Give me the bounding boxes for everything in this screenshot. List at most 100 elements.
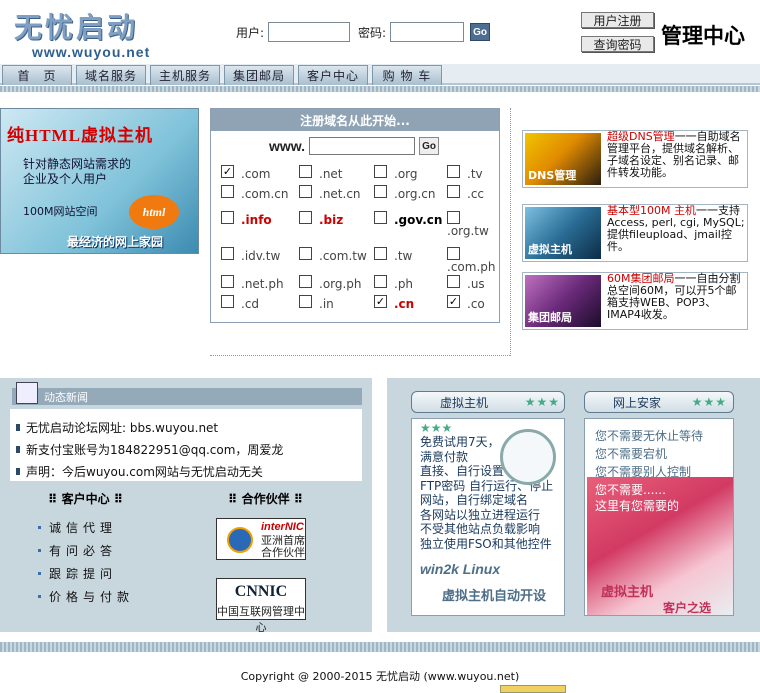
login-form: 用户: 密码: Go — [236, 21, 491, 43]
tld-option[interactable]: .net.ph — [221, 275, 284, 291]
nav-client[interactable]: 客户中心 — [298, 65, 368, 85]
service-mail[interactable]: 集团邮局 60M集团邮局一一自由分割总空间60M，可以开5个邮箱支持WEB、PO… — [522, 272, 748, 330]
username-input[interactable] — [268, 22, 351, 42]
password-input[interactable] — [390, 22, 465, 42]
tld-checkbox[interactable] — [374, 165, 387, 178]
nav-cart[interactable]: 购 物 车 — [372, 65, 442, 85]
tld-checkbox[interactable] — [447, 165, 460, 178]
tld-checkbox[interactable] — [374, 275, 387, 288]
main-nav: 首 页 域名服务 主机服务 集团邮局 客户中心 购 物 车 — [0, 64, 760, 85]
security-box[interactable]: 您不需要无休止等待 您不需要宕机 您不需要别人控制 您不需要...... 这里有… — [584, 418, 734, 616]
tld-label: .org.ph — [319, 277, 362, 291]
tld-checkbox[interactable] — [447, 247, 460, 260]
globe-icon — [227, 527, 253, 553]
tld-option[interactable]: .org.tw — [447, 211, 489, 238]
tld-option[interactable]: .net — [299, 165, 343, 181]
register-button[interactable]: 用户注册 — [581, 12, 654, 28]
tld-checkbox[interactable] — [299, 275, 312, 288]
tld-label: .ph — [394, 277, 414, 291]
tld-label: .com.tw — [319, 249, 367, 263]
login-go-button[interactable]: Go — [470, 23, 491, 41]
service-vhost[interactable]: 虚拟主机 基本型100M 主机一一支持Access, perl, cgi, My… — [522, 204, 748, 262]
tld-option[interactable]: .us — [447, 275, 485, 291]
tld-checkbox[interactable] — [374, 211, 387, 224]
tld-option[interactable]: .org — [374, 165, 418, 181]
tld-checkbox[interactable] — [447, 211, 460, 224]
news-item[interactable]: 新支付宝账号为184822951@qq.com，周爱龙 — [16, 441, 283, 458]
tld-option[interactable]: .tv — [447, 165, 483, 181]
tld-checkbox[interactable] — [221, 211, 234, 224]
tld-option[interactable]: .com.cn — [221, 185, 288, 201]
nav-home[interactable]: 首 页 — [2, 65, 72, 85]
site-logo[interactable]: 无忧启动 www.wuyou.net — [8, 6, 158, 62]
domain-go-button[interactable]: Go — [419, 137, 440, 155]
client-link[interactable]: 价格与付款 — [38, 588, 134, 605]
tld-option[interactable]: .idv.tw — [221, 247, 280, 263]
nav-domain[interactable]: 域名服务 — [76, 65, 146, 85]
client-center-title: ⠿ 客户中心 ⠿ — [48, 492, 124, 506]
footer-badge[interactable] — [500, 685, 566, 693]
tld-option[interactable]: ✓ .co — [447, 295, 485, 311]
vhost-feature: 独立使用FSO和其他控件 — [420, 536, 552, 551]
tld-checkbox[interactable] — [299, 211, 312, 224]
news-item[interactable]: 无忧启动论坛网址: bbs.wuyou.net — [16, 419, 218, 436]
tld-label: .org — [394, 167, 418, 181]
tld-checkbox[interactable] — [374, 185, 387, 198]
promo-line: 针对静态网站需求的企业及个人用户 — [23, 157, 132, 186]
tld-checkbox[interactable] — [221, 275, 234, 288]
tld-checkbox[interactable] — [221, 247, 234, 260]
tld-checkbox[interactable] — [299, 185, 312, 198]
promo-banner[interactable]: 纯HTML虚拟主机 针对静态网站需求的企业及个人用户 100M网站空间 html… — [0, 108, 199, 254]
mail-image-label: 集团邮局 — [528, 311, 572, 324]
security-line: 您不需要宕机 — [595, 447, 668, 461]
tld-label: .idv.tw — [241, 249, 281, 263]
tld-option[interactable]: .cc — [447, 185, 484, 201]
vhost-box[interactable]: ★★★ 免费试用7天， 满意付款 直接、自行设置 FTP密码 自行运行、停止 网站，自行… — [411, 418, 565, 616]
tld-checkbox[interactable] — [221, 185, 234, 198]
tld-option[interactable]: .cd — [221, 295, 259, 311]
tld-checkbox[interactable] — [447, 185, 460, 198]
tld-option[interactable]: .in — [299, 295, 334, 311]
tld-option[interactable]: ✓ .com — [221, 165, 270, 181]
partner-internic[interactable]: interNIC 亚洲首席合作伙伴 — [216, 518, 306, 560]
tld-option[interactable]: .net.cn — [299, 185, 361, 201]
tld-checkbox[interactable] — [374, 247, 387, 260]
client-link[interactable]: 跟踪提问 — [38, 565, 117, 582]
tld-checkbox[interactable] — [447, 275, 460, 288]
tld-option[interactable]: .info — [221, 211, 272, 227]
cnnic-text: 中国互联网管理中心 — [217, 605, 305, 634]
client-link[interactable]: 诚信代理 — [38, 519, 117, 536]
tld-checkbox[interactable] — [299, 247, 312, 260]
tld-label: .tw — [394, 249, 413, 263]
tld-checkbox[interactable]: ✓ — [221, 165, 234, 178]
tld-option[interactable]: .org.cn — [374, 185, 436, 201]
news-header: 动态新闻 — [12, 388, 362, 405]
tld-option[interactable]: ✓ .cn — [374, 295, 414, 311]
tld-checkbox[interactable] — [221, 295, 234, 308]
tld-checkbox[interactable]: ✓ — [374, 295, 387, 308]
tld-option[interactable]: .gov.cn — [374, 211, 442, 227]
tld-checkbox[interactable] — [299, 295, 312, 308]
tld-option[interactable]: .org.ph — [299, 275, 362, 291]
vhost-header[interactable]: 虚拟主机 ★★★ — [411, 391, 565, 413]
promo-space: 100M网站空间 — [23, 205, 98, 218]
manage-center-link[interactable]: 管理中心 — [661, 20, 745, 50]
partner-cnnic[interactable]: CNNIC 中国互联网管理中心 — [216, 578, 306, 634]
domain-input[interactable] — [309, 137, 416, 155]
news-item[interactable]: 声明：今后wuyou.com网站与无忧启动无关 — [16, 463, 263, 480]
service-dns[interactable]: DNS管理 超级DNS管理一一自助域名管理平台，提供域名解析、子域名设定、别名记… — [522, 130, 748, 188]
tld-option[interactable]: .com.ph — [447, 247, 495, 274]
security-header[interactable]: 网上安家 ★★★ — [584, 391, 734, 413]
query-password-button[interactable]: 查询密码 — [581, 36, 654, 52]
tld-option[interactable]: .biz — [299, 211, 343, 227]
tld-label: .cn — [394, 297, 415, 311]
tld-option[interactable]: .com.tw — [299, 247, 367, 263]
client-link[interactable]: 有问必答 — [38, 542, 117, 559]
nav-mail[interactable]: 集团邮局 — [224, 65, 294, 85]
tld-option[interactable]: .tw — [374, 247, 412, 263]
tld-checkbox[interactable]: ✓ — [447, 295, 460, 308]
tld-option[interactable]: .ph — [374, 275, 413, 291]
nav-hosting[interactable]: 主机服务 — [150, 65, 220, 85]
security-line: 您不需要无休止等待 — [595, 429, 704, 443]
tld-checkbox[interactable] — [299, 165, 312, 178]
